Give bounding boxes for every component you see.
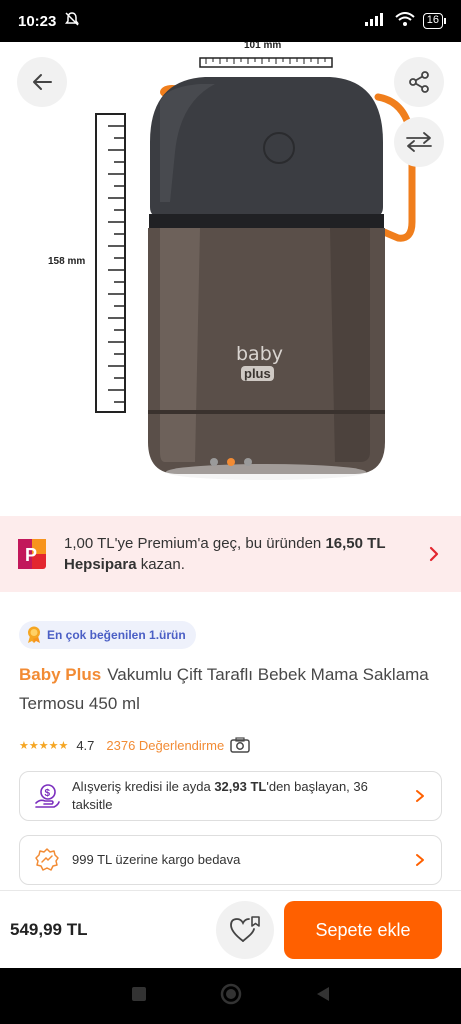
system-navigation-bar [0,968,461,1024]
heart-list-icon [230,916,260,942]
pagination-dot[interactable] [243,458,252,466]
product-price: 549,99 TL [10,919,88,939]
recent-apps-button[interactable] [130,985,148,1008]
share-button[interactable] [394,57,444,107]
arrow-left-icon [33,74,52,90]
triangle-back-icon [316,986,329,1001]
add-to-favorites-button[interactable] [216,901,274,959]
installment-text-bold: 32,93 TL [214,779,267,794]
installment-card[interactable]: $ Alışveriş kredisi ile ayda 32,93 TL'de… [19,771,442,821]
image-pagination-dots [0,458,461,466]
home-button[interactable] [220,983,242,1010]
best-liked-badge[interactable]: En çok beğenilen 1.ürün [19,621,196,649]
pagination-dot-active[interactable] [226,458,235,466]
back-nav-button[interactable] [314,985,332,1008]
compare-button[interactable] [394,117,444,167]
installment-text-part1: Alışveriş kredisi ile ayda [72,779,215,794]
promo-text: 1,00 TL'ye Premium'a geç, bu üründen 16,… [64,533,425,575]
section-divider [0,592,461,612]
add-to-cart-button[interactable]: Sepete ekle [284,901,442,959]
status-time: 10:23 [18,12,57,30]
share-icon [409,71,429,93]
square-icon [131,986,146,1001]
rating-value: 4.7 [76,737,95,753]
camera-icon [230,737,250,753]
shipping-badge-icon [35,848,59,871]
credit-coin-icon: $ [35,784,60,808]
medal-icon [28,626,40,643]
hepsipara-logo-icon: P [18,539,46,569]
back-button[interactable] [17,57,67,107]
swap-arrows-icon [406,132,432,152]
circle-home-icon [220,983,241,1004]
chevron-right-icon [429,546,439,562]
reviews-link[interactable]: 2376 Değerlendirme [106,738,224,753]
pagination-dot[interactable] [209,458,218,466]
notifications-off-icon [64,11,80,31]
svg-text:P: P [25,545,37,565]
width-ruler [199,57,333,68]
svg-text:$: $ [45,788,51,799]
premium-promo-banner[interactable]: P 1,00 TL'ye Premium'a geç, bu üründen 1… [0,516,461,592]
chevron-right-icon [416,790,424,802]
free-shipping-card[interactable]: 999 TL üzerine kargo bedava [19,835,442,885]
promo-text-part2: kazan. [136,556,185,573]
signal-icon [364,12,387,30]
chevron-right-icon [416,854,424,866]
shipping-text: 999 TL üzerine kargo bedava [72,852,241,867]
bottom-action-bar: 549,99 TL Sepete ekle [0,890,461,968]
height-label: 158 mm [48,256,86,267]
star-rating-icon: ★★★★★ [19,739,69,752]
product-logo-top: baby [236,343,284,365]
product-image [95,57,416,480]
badge-label: En çok beğenilen 1.ürün [47,628,186,642]
promo-text-part1: 1,00 TL'ye Premium'a geç, bu üründen [64,535,326,552]
installment-text: Alışveriş kredisi ile ayda 32,93 TL'den … [72,778,405,814]
width-label: 101 mm [244,42,282,51]
product-logo-bottom: plus [241,366,274,381]
brand-link[interactable]: Baby Plus [19,665,101,684]
height-ruler [95,113,126,413]
product-image-gallery[interactable]: 101 mm 158 mm baby plus [0,42,461,516]
battery-indicator: 16 [422,13,447,29]
wifi-icon [395,12,415,30]
status-bar: 10:23 16 [0,0,461,42]
product-title: Baby Plus Vakumlu Çift Taraflı Bebek Mama… [19,660,439,718]
rating-row[interactable]: ★★★★★ 4.7 2376 Değerlendirme [19,735,250,755]
